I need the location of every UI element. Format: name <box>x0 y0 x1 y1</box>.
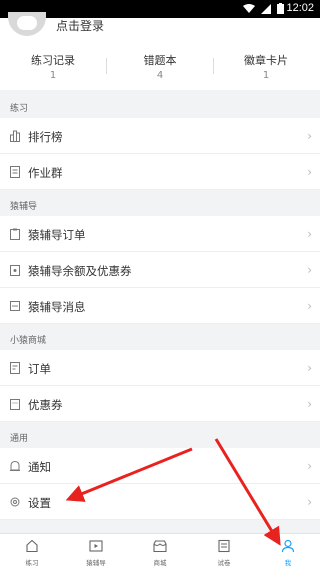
profile-header[interactable]: 点击登录 <box>0 12 320 38</box>
menu-item-label: 作业群 <box>28 166 63 180</box>
tab-label: 试卷 <box>217 559 231 567</box>
menu-item-label: 猿辅导订单 <box>28 228 86 242</box>
clipboard-icon <box>10 228 20 240</box>
menu-item-coupons[interactable]: 优惠券 › <box>0 386 320 422</box>
ticket-icon <box>10 399 20 410</box>
menu-item-label: 优惠券 <box>28 398 63 412</box>
status-icons <box>243 3 284 14</box>
bottom-tab-bar: 练习 猿辅导 商城 试卷 我 <box>0 533 320 570</box>
chevron-right-icon: › <box>307 361 312 375</box>
user-icon <box>281 539 295 553</box>
home-icon <box>26 539 38 553</box>
stat-value: 1 <box>262 70 270 81</box>
menu-item-label: 订单 <box>28 362 51 376</box>
section-header-tutor: 猿辅导 <box>0 192 320 216</box>
battery-icon <box>277 3 284 14</box>
stat-value: 1 <box>49 70 57 81</box>
stat-label: 错题本 <box>143 54 177 67</box>
chevron-right-icon: › <box>307 263 312 277</box>
menu-item-tutor-balance-coupons[interactable]: 猿辅导余额及优惠券 › <box>0 252 320 288</box>
menu-item-label: 排行榜 <box>28 130 63 144</box>
stat-label: 练习记录 <box>31 54 75 67</box>
avatar[interactable] <box>8 12 46 36</box>
tab-practice[interactable]: 练习 <box>0 534 64 570</box>
wifi-icon <box>243 3 255 13</box>
menu-item-homework-group[interactable]: 作业群 › <box>0 154 320 190</box>
message-icon <box>10 301 20 311</box>
chevron-right-icon: › <box>307 165 312 179</box>
gear-icon <box>10 497 20 507</box>
section-header-general: 通用 <box>0 424 320 448</box>
chevron-right-icon: › <box>307 129 312 143</box>
wallet-icon <box>10 265 20 276</box>
menu-item-notifications[interactable]: 通知 › <box>0 448 320 484</box>
tab-me[interactable]: 我 <box>256 534 320 570</box>
paper-icon <box>218 539 230 553</box>
menu-item-tutor-orders[interactable]: 猿辅导订单 › <box>0 216 320 252</box>
menu-item-tutor-messages[interactable]: 猿辅导消息 › <box>0 288 320 324</box>
status-time: 12:02 <box>286 2 314 14</box>
chevron-right-icon: › <box>307 227 312 241</box>
tab-tutor[interactable]: 猿辅导 <box>64 534 128 570</box>
stat-badge-cards[interactable]: 徽章卡片 1 <box>213 52 319 81</box>
store-icon <box>153 540 167 553</box>
chevron-right-icon: › <box>307 299 312 313</box>
tab-store[interactable]: 商城 <box>128 534 192 570</box>
tab-label: 猿辅导 <box>86 559 106 567</box>
avatar-face <box>17 16 37 30</box>
stat-practice-record[interactable]: 练习记录 1 <box>0 52 106 81</box>
bar-chart-icon <box>10 130 20 142</box>
section-header-shop: 小猿商城 <box>0 326 320 350</box>
menu-item-label: 通知 <box>28 460 51 474</box>
menu-item-label: 猿辅导余额及优惠券 <box>28 264 132 278</box>
tab-label: 商城 <box>153 559 167 567</box>
status-bar: 12:02 <box>0 0 320 18</box>
section-header-practice: 练习 <box>0 94 320 118</box>
stats-bar: 练习记录 1 错题本 4 徽章卡片 1 <box>0 38 320 90</box>
video-icon <box>89 540 103 552</box>
chevron-right-icon: › <box>307 459 312 473</box>
stat-wrong-questions[interactable]: 错题本 4 <box>107 52 213 81</box>
signal-icon <box>261 3 271 14</box>
tab-label: 我 <box>284 559 292 567</box>
menu-item-label: 猿辅导消息 <box>28 300 86 314</box>
menu-item-settings[interactable]: 设置 › <box>0 484 320 520</box>
stat-label: 徽章卡片 <box>244 54 288 67</box>
chevron-right-icon: › <box>307 397 312 411</box>
tab-label: 练习 <box>25 559 39 567</box>
menu-item-leaderboard[interactable]: 排行榜 › <box>0 118 320 154</box>
menu-item-orders[interactable]: 订单 › <box>0 350 320 386</box>
bell-icon <box>10 460 20 471</box>
chevron-right-icon: › <box>307 495 312 509</box>
tab-exam-paper[interactable]: 试卷 <box>192 534 256 570</box>
document-icon <box>10 166 20 178</box>
login-link[interactable]: 点击登录 <box>56 17 104 34</box>
receipt-icon <box>10 362 20 374</box>
menu-item-label: 设置 <box>28 496 51 510</box>
stat-value: 4 <box>156 70 164 81</box>
